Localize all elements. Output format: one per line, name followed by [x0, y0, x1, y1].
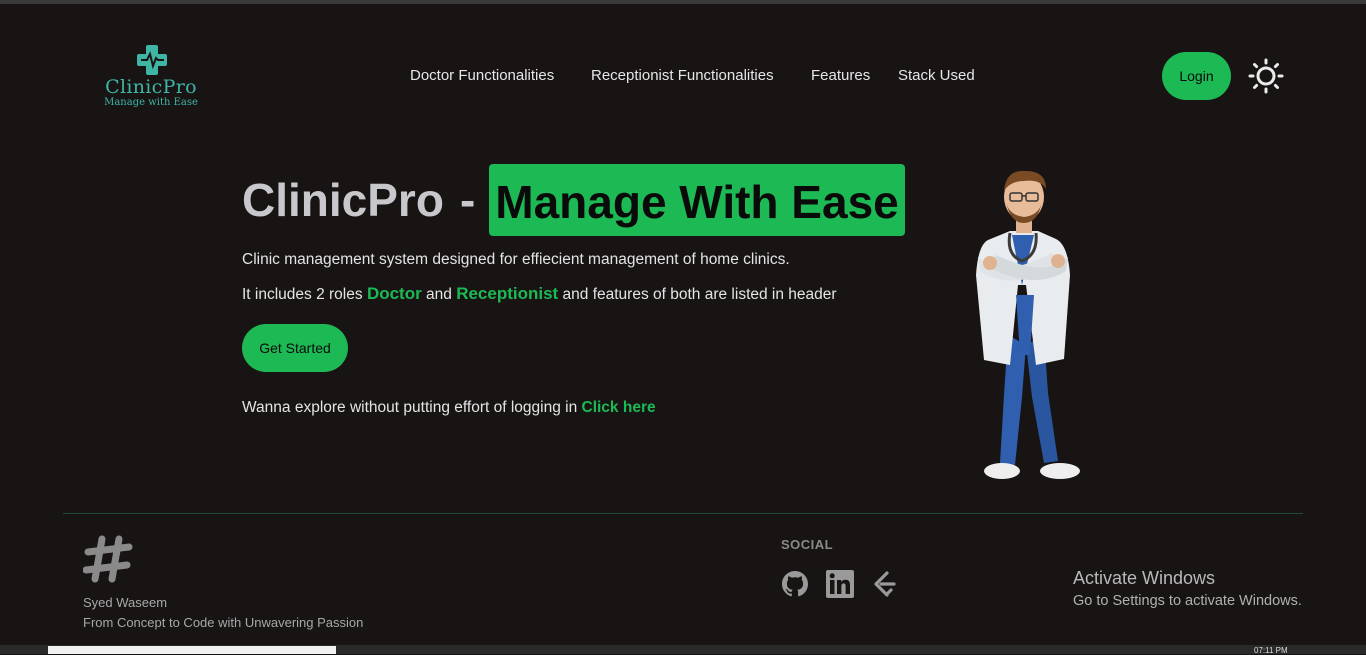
nav-features[interactable]: Features	[811, 66, 870, 86]
nav-receptionist-functionalities[interactable]: Receptionist Functionalities	[591, 66, 774, 86]
footer-author: Syed Waseem	[83, 595, 168, 610]
hero-title: ClinicPro - Manage With Ease	[242, 164, 905, 236]
login-button[interactable]: Login	[1162, 52, 1231, 100]
taskbar-search-box[interactable]	[48, 646, 336, 654]
role-receptionist: Receptionist	[456, 284, 559, 303]
hero-title-brand: ClinicPro	[242, 174, 444, 226]
window-top-border	[0, 0, 1366, 4]
doctor-illustration	[976, 170, 1080, 479]
nav-doctor-functionalities[interactable]: Doctor Functionalities	[410, 66, 554, 86]
explore-prompt: Wanna explore without putting effort of …	[242, 399, 582, 416]
hashtag-logo-icon	[83, 535, 133, 583]
roles-text-pre: It includes 2 roles	[242, 286, 367, 303]
brand-tagline: Manage with Ease	[104, 97, 198, 108]
hero-title-dash: -	[459, 174, 476, 226]
footer-motto: From Concept to Code with Unwavering Pas…	[83, 615, 364, 630]
leetcode-icon[interactable]	[870, 570, 898, 598]
nav-stack-used[interactable]: Stack Used	[898, 66, 975, 86]
roles-text-post: and features of both are listed in heade…	[558, 286, 837, 303]
role-doctor: Doctor	[366, 284, 422, 303]
github-icon[interactable]	[781, 570, 809, 598]
hero-title-highlight: Manage With Ease	[489, 164, 905, 236]
hero-roles-text: It includes 2 roles Doctor and Reception…	[242, 284, 837, 304]
brand-name: ClinicPro	[105, 76, 197, 98]
roles-text-mid: and	[421, 286, 457, 303]
brand-logo[interactable]: ClinicPro Manage with Ease	[103, 44, 203, 114]
medical-cross-icon	[137, 45, 167, 75]
hero-description: Clinic management system designed for ef…	[242, 251, 790, 268]
guest-login-link[interactable]: Click here	[582, 399, 656, 416]
theme-toggle-sun-icon[interactable]	[1248, 58, 1284, 94]
footer-divider	[63, 513, 1303, 514]
get-started-button[interactable]: Get Started	[242, 324, 348, 372]
linkedin-icon[interactable]	[826, 570, 854, 598]
explore-text: Wanna explore without putting effort of …	[242, 399, 656, 417]
social-heading: SOCIAL	[781, 537, 834, 552]
activate-windows-title: Activate Windows	[1073, 568, 1216, 588]
activate-windows-subtitle: Go to Settings to activate Windows.	[1073, 593, 1302, 609]
